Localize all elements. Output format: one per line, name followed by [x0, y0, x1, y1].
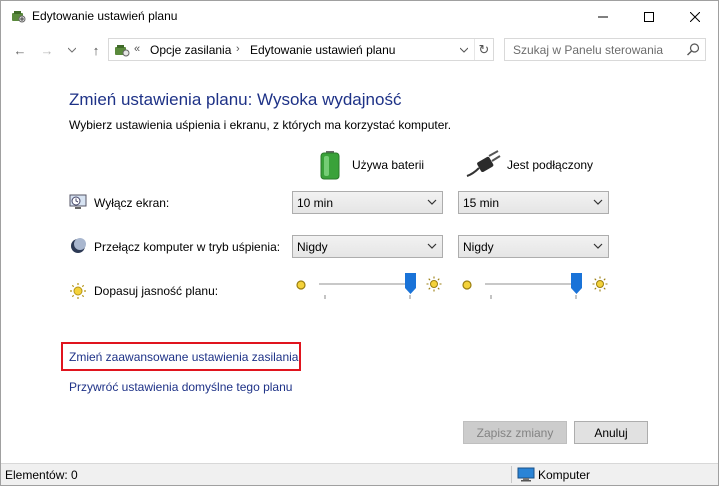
- address-bar[interactable]: « Opcje zasilania › Edytowanie ustawień …: [108, 38, 494, 61]
- arrow-right-icon: →: [40, 42, 54, 58]
- sleep-moon-icon: [71, 238, 86, 253]
- arrow-left-icon: ←: [13, 42, 27, 58]
- breadcrumb-overflow-icon[interactable]: «: [134, 43, 140, 55]
- sleep-battery-select[interactable]: Nigdy: [292, 235, 443, 258]
- restore-defaults-link[interactable]: Przywróć ustawienia domyślne tego planu: [69, 380, 292, 394]
- recent-locations-button[interactable]: [63, 41, 81, 59]
- display-off-plugged-select[interactable]: 15 min: [458, 191, 609, 214]
- display-off-battery-select[interactable]: 10 min: [292, 191, 443, 214]
- chevron-down-icon: [593, 199, 603, 205]
- window-title: Edytowanie ustawień planu: [32, 9, 178, 23]
- power-plug-icon: [466, 150, 501, 177]
- display-off-plugged-value: 15 min: [463, 196, 500, 210]
- page-subtitle: Wybierz ustawienia uśpienia i ekranu, z …: [69, 118, 452, 132]
- navigation-bar: ← → ↑ « Opcje zasilania › Edytowanie ust…: [1, 32, 718, 68]
- minimize-icon: [598, 16, 608, 17]
- search-icon[interactable]: [685, 42, 701, 58]
- brightness-label: Dopasuj jasność planu:: [94, 284, 219, 298]
- up-button[interactable]: ↑: [87, 41, 105, 59]
- refresh-button[interactable]: ↻: [474, 39, 493, 60]
- content-area: Zmień ustawienia planu: Wysoka wydajność…: [1, 68, 718, 463]
- search-input[interactable]: [505, 39, 683, 60]
- breadcrumb-separator-icon[interactable]: ›: [236, 43, 240, 55]
- plugged-column-label: Jest podłączony: [507, 158, 594, 172]
- back-button[interactable]: ←: [11, 41, 29, 59]
- computer-icon: [517, 467, 535, 482]
- brightness-sun-icon: [70, 283, 86, 299]
- power-options-icon: [12, 11, 26, 23]
- title-bar: Edytowanie ustawień planu: [1, 1, 718, 32]
- location-label: Komputer: [538, 468, 591, 482]
- display-off-battery-value: 10 min: [297, 196, 334, 210]
- brightness-low-icon: [462, 280, 472, 290]
- item-count: Elementów: 0: [5, 468, 78, 482]
- brightness-high-icon: [592, 276, 608, 292]
- sleep-plugged-select[interactable]: Nigdy: [458, 235, 609, 258]
- advanced-settings-link[interactable]: Zmień zaawansowane ustawienia zasilania: [69, 350, 298, 364]
- status-bar: Elementów: 0 Komputer: [1, 463, 718, 485]
- status-divider: [511, 466, 512, 483]
- sleep-plugged-value: Nigdy: [463, 240, 494, 254]
- battery-column-label: Używa baterii: [352, 158, 425, 172]
- breadcrumb-edit-plan[interactable]: Edytowanie ustawień planu: [250, 43, 395, 57]
- cancel-button[interactable]: Anuluj: [574, 421, 648, 444]
- refresh-icon: ↻: [478, 41, 490, 57]
- brightness-plugged-slider[interactable]: [485, 283, 582, 285]
- display-off-label: Wyłącz ekran:: [94, 196, 170, 210]
- breadcrumb-power-options[interactable]: Opcje zasilania: [150, 43, 231, 57]
- sleep-label: Przełącz komputer w tryb uśpienia:: [94, 240, 281, 254]
- chevron-down-icon: [427, 243, 437, 249]
- maximize-icon: [644, 11, 654, 22]
- save-changes-button[interactable]: Zapisz zmiany: [463, 421, 567, 444]
- sleep-battery-value: Nigdy: [297, 240, 328, 254]
- slider-ticks: [324, 295, 411, 299]
- power-options-icon: [115, 45, 130, 57]
- minimize-button[interactable]: [580, 1, 626, 32]
- forward-button[interactable]: →: [38, 41, 56, 59]
- search-box[interactable]: [504, 38, 706, 61]
- slider-ticks: [490, 295, 577, 299]
- arrow-up-icon: ↑: [92, 42, 100, 58]
- close-button[interactable]: [672, 1, 718, 32]
- chevron-down-icon: [68, 47, 76, 53]
- brightness-low-icon: [296, 280, 306, 290]
- window: Edytowanie ustawień planu ← → ↑ « Opcje …: [0, 0, 719, 486]
- address-dropdown-button[interactable]: [453, 39, 474, 60]
- battery-icon: [320, 151, 340, 180]
- maximize-button[interactable]: [626, 1, 672, 32]
- page-title: Zmień ustawienia planu: Wysoka wydajność: [69, 90, 402, 109]
- chevron-down-icon: [593, 243, 603, 249]
- chevron-down-icon: [459, 47, 468, 53]
- chevron-down-icon: [427, 199, 437, 205]
- brightness-plugged-slider-thumb[interactable]: [571, 273, 582, 294]
- close-icon: [690, 11, 700, 22]
- brightness-battery-slider-thumb[interactable]: [405, 273, 416, 294]
- brightness-high-icon: [426, 276, 442, 292]
- brightness-battery-slider[interactable]: [319, 283, 416, 285]
- monitor-clock-icon: [69, 194, 87, 209]
